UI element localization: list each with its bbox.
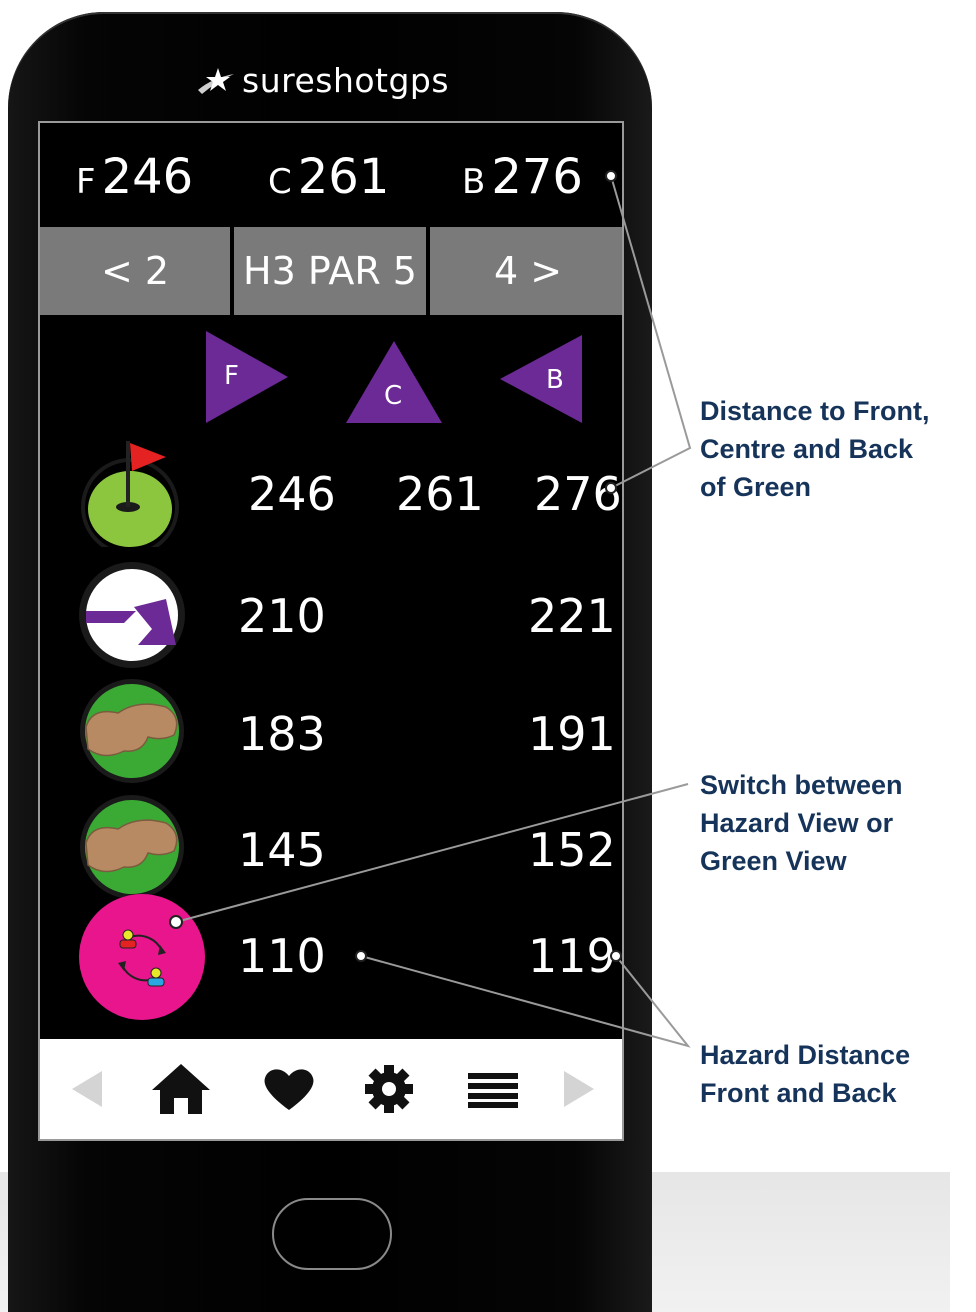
callout-green-distances: Distance to Front, Centre and Back of Gr… bbox=[700, 392, 930, 506]
gear-icon[interactable] bbox=[354, 1039, 424, 1139]
callout-switch-view: Switch between Hazard View or Green View bbox=[700, 766, 903, 880]
hazard-row-bunker-2: 145 152 bbox=[40, 789, 622, 899]
left-arrow-icon[interactable] bbox=[62, 1039, 112, 1139]
green-centre-value: 261 bbox=[396, 467, 484, 521]
switch-view-icon[interactable] bbox=[78, 893, 206, 1021]
dogleg-icon[interactable] bbox=[76, 559, 188, 671]
menu-icon[interactable] bbox=[458, 1039, 528, 1139]
callout-switch-line-1: Switch between bbox=[700, 770, 903, 800]
hazard-row-bunker-1: 183 191 bbox=[40, 673, 622, 783]
callout-green-line-2: Centre and Back bbox=[700, 434, 914, 464]
hazard-row-switch: 110 119 bbox=[40, 893, 622, 1020]
front-label: F bbox=[76, 162, 96, 202]
hazard-front-value: 110 bbox=[238, 929, 326, 983]
bunker-icon[interactable] bbox=[78, 793, 186, 901]
back-label: B bbox=[462, 162, 486, 202]
callout-hazard-distance: Hazard Distance Front and Back bbox=[700, 1036, 910, 1112]
right-arrow-icon[interactable] bbox=[554, 1039, 604, 1139]
app-screen: F246 C261 B276 < 2 H3 PAR 5 4 > F C B bbox=[38, 121, 624, 1141]
centre-value: 261 bbox=[297, 149, 390, 205]
green-back-value: 276 bbox=[534, 467, 622, 521]
current-hole-label: H3 PAR 5 bbox=[234, 227, 426, 315]
bunker1-back-value: 191 bbox=[528, 707, 616, 761]
front-marker-triangle bbox=[206, 331, 288, 423]
green-flag-icon[interactable] bbox=[80, 437, 190, 556]
dogleg-front-value: 210 bbox=[238, 589, 326, 643]
bunker2-front-value: 145 bbox=[238, 823, 326, 877]
callout-switch-line-3: Green View bbox=[700, 846, 847, 876]
front-marker-label: F bbox=[224, 361, 239, 391]
centre-label: C bbox=[268, 162, 292, 202]
bunker2-back-value: 152 bbox=[528, 823, 616, 877]
centre-distance: C 261 bbox=[268, 149, 389, 205]
green-distance-header: F 246 C 261 B 276 bbox=[40, 123, 622, 227]
centre-marker-label: C bbox=[384, 381, 403, 411]
hazard-back-value: 119 bbox=[528, 929, 616, 983]
green-distance-row: 246 261 276 bbox=[40, 431, 622, 556]
front-value: 246 bbox=[101, 149, 194, 205]
green-front-value: 246 bbox=[248, 467, 336, 521]
callout-green-line-1: Distance to Front, bbox=[700, 396, 930, 426]
callout-switch-line-2: Hazard View or bbox=[700, 808, 894, 838]
back-marker-triangle bbox=[500, 335, 582, 423]
bunker-icon[interactable] bbox=[78, 677, 186, 785]
bunker1-front-value: 183 bbox=[238, 707, 326, 761]
brand-name: sureshotgps bbox=[242, 60, 450, 100]
previous-hole-button[interactable]: < 2 bbox=[40, 227, 230, 315]
centre-marker: C bbox=[346, 341, 442, 423]
hazard-row-dogleg: 210 221 bbox=[40, 555, 622, 668]
back-distance: B 276 bbox=[462, 149, 583, 205]
hole-navigation: < 2 H3 PAR 5 4 > bbox=[40, 227, 622, 315]
back-value: 276 bbox=[491, 149, 583, 205]
heart-icon[interactable] bbox=[254, 1039, 324, 1139]
bottom-toolbar bbox=[40, 1039, 622, 1139]
callout-green-line-3: of Green bbox=[700, 472, 812, 502]
next-hole-button[interactable]: 4 > bbox=[430, 227, 622, 315]
brand-logo: sureshotgps bbox=[196, 58, 486, 102]
front-distance: F 246 bbox=[76, 149, 193, 205]
callout-hazard-line-2: Front and Back bbox=[700, 1078, 897, 1108]
home-icon[interactable] bbox=[146, 1039, 216, 1139]
front-marker: F bbox=[206, 331, 290, 423]
phone-home-button[interactable] bbox=[272, 1198, 392, 1270]
back-marker-label: B bbox=[546, 365, 564, 395]
star-swoosh-icon bbox=[198, 68, 234, 94]
callout-hazard-line-1: Hazard Distance bbox=[700, 1040, 911, 1070]
dogleg-back-value: 221 bbox=[528, 589, 616, 643]
back-marker: B bbox=[500, 335, 584, 423]
